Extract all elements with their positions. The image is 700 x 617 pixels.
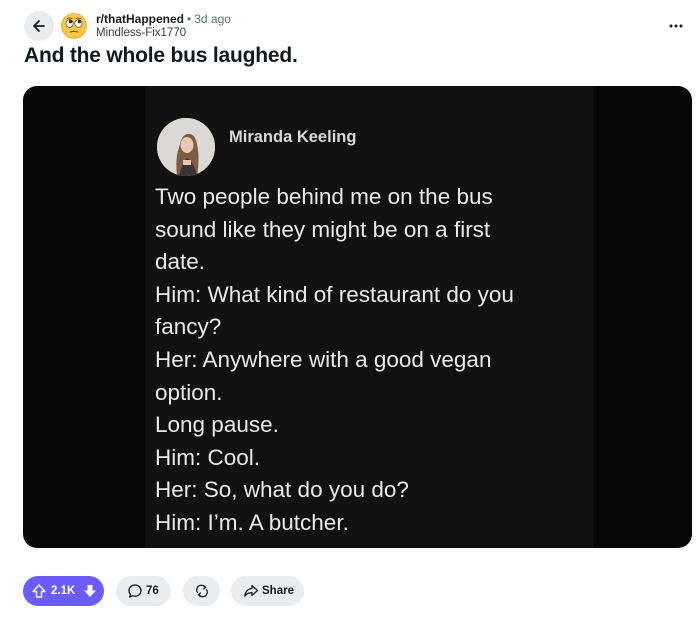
rolling-eyes-emoji-icon <box>61 13 87 39</box>
tweet-line: Him: I’m. A butcher. <box>155 509 349 535</box>
tweet-line: date. <box>155 249 206 275</box>
author-link[interactable]: Mindless-Fix1770 <box>96 26 231 40</box>
tweet-line: Long pause. <box>155 412 279 438</box>
share-label: Share <box>262 585 294 597</box>
tweet-line: Two people behind me on the bus <box>155 184 493 209</box>
post-meta: r/thatHappened • 3d ago Mindless-Fix1770 <box>96 12 231 40</box>
more-options-button[interactable] <box>664 14 688 38</box>
tweet-author-avatar <box>157 118 215 176</box>
share-button[interactable]: Share <box>231 576 304 606</box>
share-arrow-icon <box>244 584 259 597</box>
post-image[interactable]: Miranda Keeling Two people behind me on … <box>23 86 692 548</box>
person-photo-icon <box>157 118 215 176</box>
tweet-line: Her: Anywhere with a good vegan <box>155 346 492 372</box>
subreddit-avatar[interactable] <box>61 13 87 39</box>
post-age: 3d ago <box>194 12 231 26</box>
separator-dot: • <box>187 12 192 26</box>
tweet-line: option. <box>155 379 223 405</box>
crosspost-button[interactable] <box>183 576 220 606</box>
tweet-line: Him: Cool. <box>155 444 261 470</box>
tweet-line: fancy? <box>155 314 222 340</box>
tweet-line: Her: So, what do you do? <box>155 477 409 503</box>
post-header: r/thatHappened • 3d ago Mindless-Fix1770 <box>24 8 694 44</box>
arrow-left-icon <box>33 20 45 32</box>
vote-control: 2.1K <box>23 576 104 606</box>
refresh-arrows-icon <box>196 584 208 598</box>
post-page: r/thatHappened • 3d ago Mindless-Fix1770 A… <box>0 0 700 617</box>
comments-button[interactable]: 76 <box>116 576 171 606</box>
tweet-line: sound like they might be on a first <box>155 216 491 242</box>
tweet-text: Two people behind me on the bus sound li… <box>155 181 595 540</box>
downvote-button[interactable] <box>82 583 98 599</box>
back-button[interactable] <box>24 11 54 41</box>
post-title[interactable]: And the whole bus laughed. <box>24 44 298 68</box>
speech-bubble-icon <box>128 584 142 598</box>
tweet-line: Him: What kind of restaurant do you <box>155 281 514 307</box>
vote-score: 2.1K <box>51 585 76 597</box>
upvote-button[interactable] <box>31 583 47 599</box>
subreddit-link[interactable]: r/thatHappened <box>96 12 184 26</box>
tweet-author-name: Miranda Keeling <box>229 128 357 146</box>
ellipsis-icon <box>669 24 683 28</box>
comment-count: 76 <box>146 585 159 597</box>
